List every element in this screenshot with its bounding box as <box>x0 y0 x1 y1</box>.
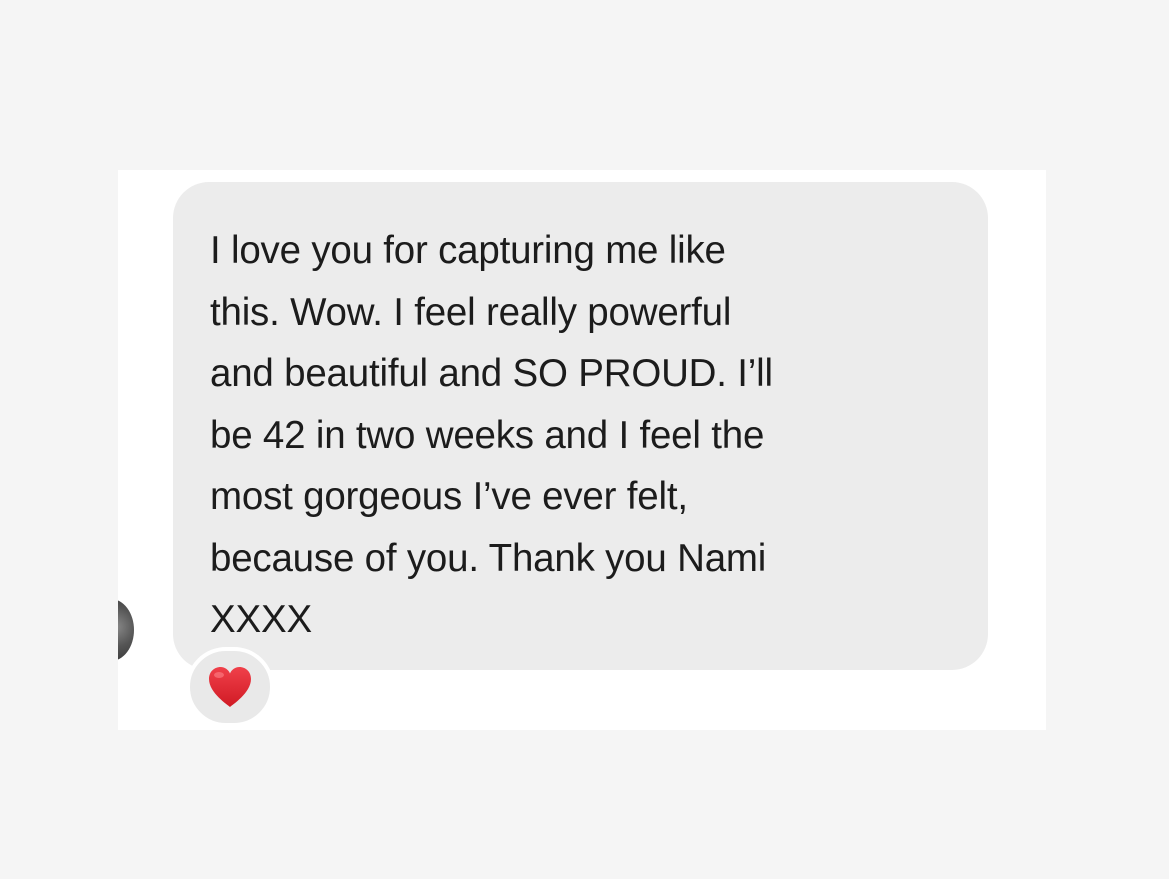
message-line: be 42 in two weeks and I feel the <box>210 413 765 457</box>
message-line: and beautiful and SO PROUD. I’ll <box>210 352 773 395</box>
message-line: this. Wow. I feel really powerful <box>210 290 732 334</box>
message-line: XXXX <box>210 598 312 641</box>
message-line: I love you for capturing me like <box>210 229 726 272</box>
message-bubble[interactable]: I love you for capturing me like this. W… <box>173 182 988 670</box>
message-line: because of you. Thank you Nami <box>210 536 767 580</box>
sender-avatar[interactable] <box>118 599 134 661</box>
message-card: I love you for capturing me like this. W… <box>118 170 1046 730</box>
message-line: most gorgeous I’ve ever felt, <box>210 475 688 518</box>
red-heart-icon <box>209 667 251 707</box>
heart-reaction[interactable] <box>186 647 274 727</box>
